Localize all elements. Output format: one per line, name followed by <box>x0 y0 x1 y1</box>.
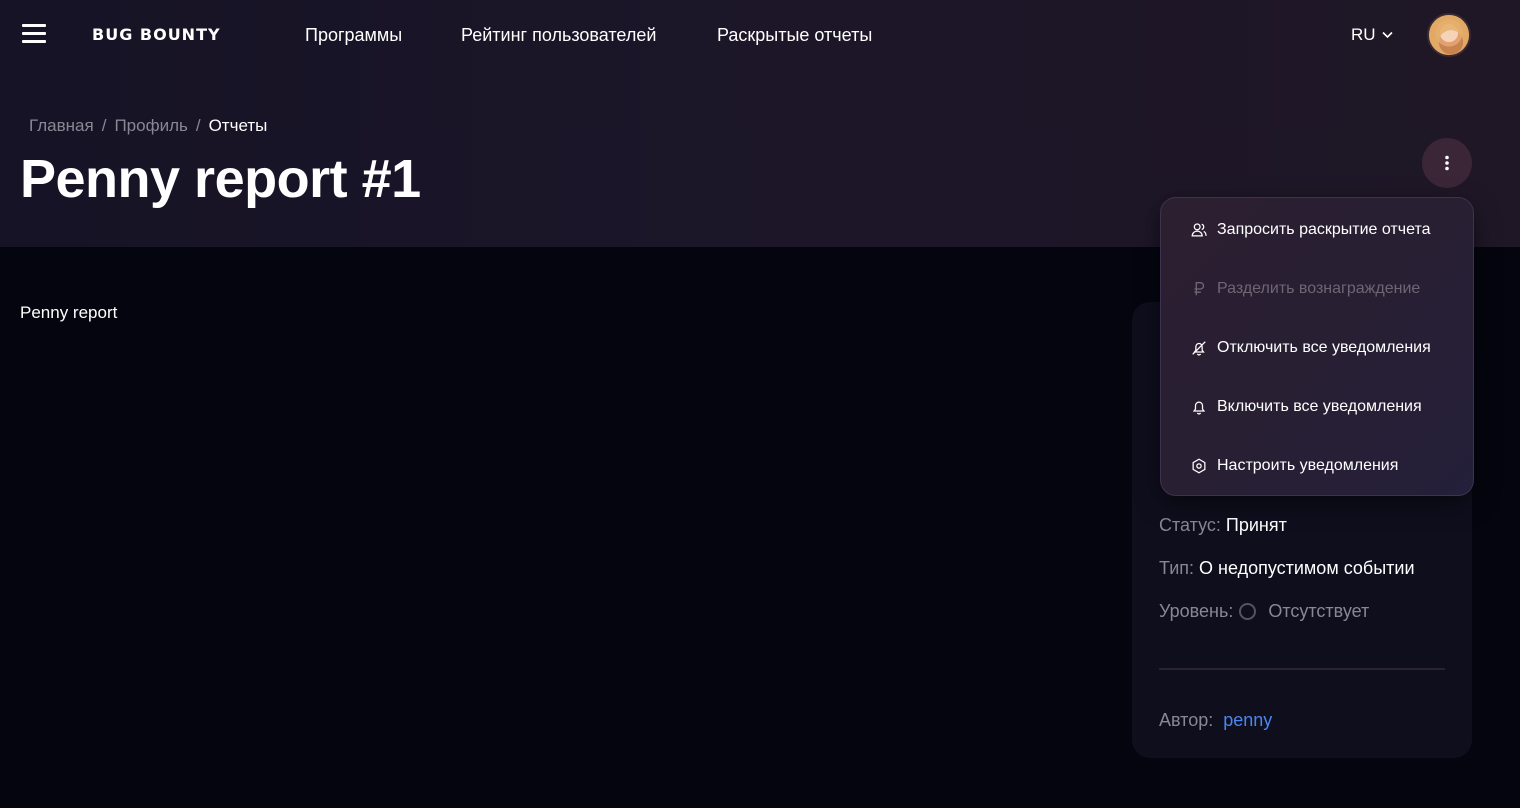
top-navbar: BUG BOUNTY Программы Рейтинг пользовател… <box>0 0 1520 70</box>
bell-off-icon <box>1189 338 1209 358</box>
type-row: Тип: О недопустимом событии <box>1159 558 1415 579</box>
nav-programs[interactable]: Программы <box>305 25 402 46</box>
menu-item-request-disclosure[interactable]: Запросить раскрытие отчета <box>1161 205 1473 255</box>
menu-item-split-reward: Разделить вознаграждение <box>1161 264 1473 314</box>
menu-item-configure-notifications[interactable]: Настроить уведомления <box>1161 441 1473 491</box>
menu-item-enable-notifications[interactable]: Включить все уведомления <box>1161 382 1473 432</box>
avatar[interactable] <box>1427 13 1471 57</box>
level-row: Уровень: Отсутствует <box>1159 601 1369 622</box>
author-label: Автор: <box>1159 710 1214 730</box>
menu-item-label: Настроить уведомления <box>1217 457 1399 474</box>
chevron-down-icon <box>1381 31 1393 39</box>
options-dropdown-menu: Запросить раскрытие отчета Разделить воз… <box>1160 197 1474 496</box>
hamburger-menu-icon[interactable] <box>22 24 46 44</box>
menu-item-label: Разделить вознаграждение <box>1217 280 1421 297</box>
nav-disclosed-reports[interactable]: Раскрытые отчеты <box>717 25 872 46</box>
status-label: Статус: <box>1159 515 1221 535</box>
menu-item-disable-notifications[interactable]: Отключить все уведомления <box>1161 323 1473 373</box>
level-value: Отсутствует <box>1268 601 1370 621</box>
logo[interactable]: BUG BOUNTY <box>92 25 221 44</box>
author-link[interactable]: penny <box>1223 710 1272 731</box>
breadcrumb-profile[interactable]: Профиль <box>114 116 187 135</box>
language-selector[interactable]: RU <box>1351 25 1393 45</box>
report-body: Penny report <box>20 303 118 322</box>
menu-item-label: Включить все уведомления <box>1217 398 1422 415</box>
level-circle-icon <box>1239 603 1257 620</box>
breadcrumb-home[interactable]: Главная <box>29 116 94 135</box>
breadcrumb-separator: / <box>101 116 107 135</box>
menu-item-label: Отключить все уведомления <box>1217 339 1431 356</box>
ruble-icon <box>1189 279 1209 299</box>
kebab-icon <box>1445 155 1449 171</box>
breadcrumb-current: Отчеты <box>208 116 268 135</box>
level-label: Уровень: <box>1159 601 1234 621</box>
breadcrumb-separator: / <box>195 116 201 135</box>
status-value: Принят <box>1225 515 1287 535</box>
status-row: Статус: Принят <box>1159 515 1287 536</box>
type-value: О недопустимом событии <box>1199 558 1415 578</box>
users-icon <box>1189 220 1209 240</box>
breadcrumb: Главная / Профиль / Отчеты <box>29 116 267 136</box>
more-options-button[interactable] <box>1422 138 1472 188</box>
settings-icon <box>1189 456 1209 476</box>
bell-icon <box>1189 397 1209 417</box>
type-label: Тип: <box>1159 558 1195 578</box>
author-row: Автор: penny <box>1159 710 1272 731</box>
nav-user-rating[interactable]: Рейтинг пользователей <box>461 25 656 46</box>
divider <box>1159 668 1445 670</box>
page-title: Penny report #1 <box>20 149 421 209</box>
language-label: RU <box>1351 25 1376 44</box>
menu-item-label: Запросить раскрытие отчета <box>1217 221 1431 238</box>
